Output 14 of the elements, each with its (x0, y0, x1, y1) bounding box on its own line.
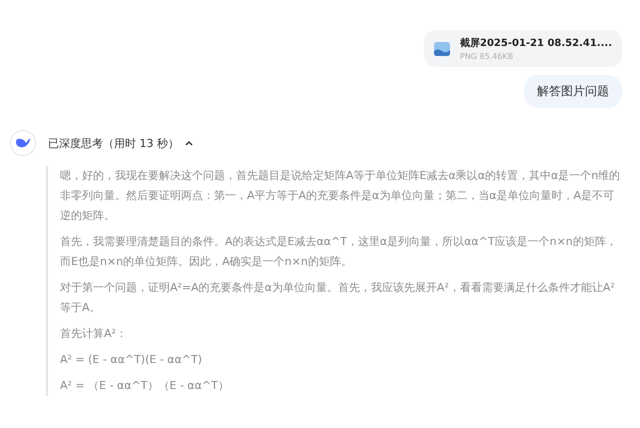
file-attachment[interactable]: 截屏2025-01-21 08.52.41.... PNG 85.46KB (424, 30, 622, 67)
thinking-paragraph: 首先，我需要理清楚题目的条件。A的表达式是E减去αα^T，这里α是列向量，所以αα^T应该是一个n×n的矩阵，而E也是n×n的单位矩阵。因此，A确实是一个n×n的矩阵。 (60, 234, 618, 270)
caret-icon (185, 140, 193, 146)
thinking-paragraph: 首先计算A²： (60, 326, 128, 342)
thinking-toggle[interactable]: 已深度思考（用时 13 秒） (48, 136, 193, 150)
whale-logo-icon (10, 130, 36, 156)
user-message: 解答图片问题 (524, 75, 622, 108)
thinking-paragraph: 对于第一个问题，证明A²=A的充要条件是α为单位向量。首先，我应该先展开A²，看看需要满足什么条件才能让A²等于A。 (60, 280, 616, 316)
image-file-icon (434, 40, 450, 56)
thinking-paragraph: A² = (E - αα^T)(E - αα^T) (60, 352, 204, 368)
file-meta: PNG 85.46KB (460, 52, 514, 61)
thinking-paragraph: A² = （E - αα^T）（E - αα^T） (60, 378, 230, 394)
file-name: 截屏2025-01-21 08.52.41.... (460, 36, 612, 50)
thinking-paragraph: 嗯，好的，我现在要解决这个问题，首先题目是说给定矩阵A等于单位矩阵E减去α乘以α的转置，其中α是一个n维的非零列向量。然后要证明两点：第一，A平方等于A的充要条件是α为单位向量；第二，当α是单位向量时，A是不可逆的矩阵。 (60, 168, 622, 224)
